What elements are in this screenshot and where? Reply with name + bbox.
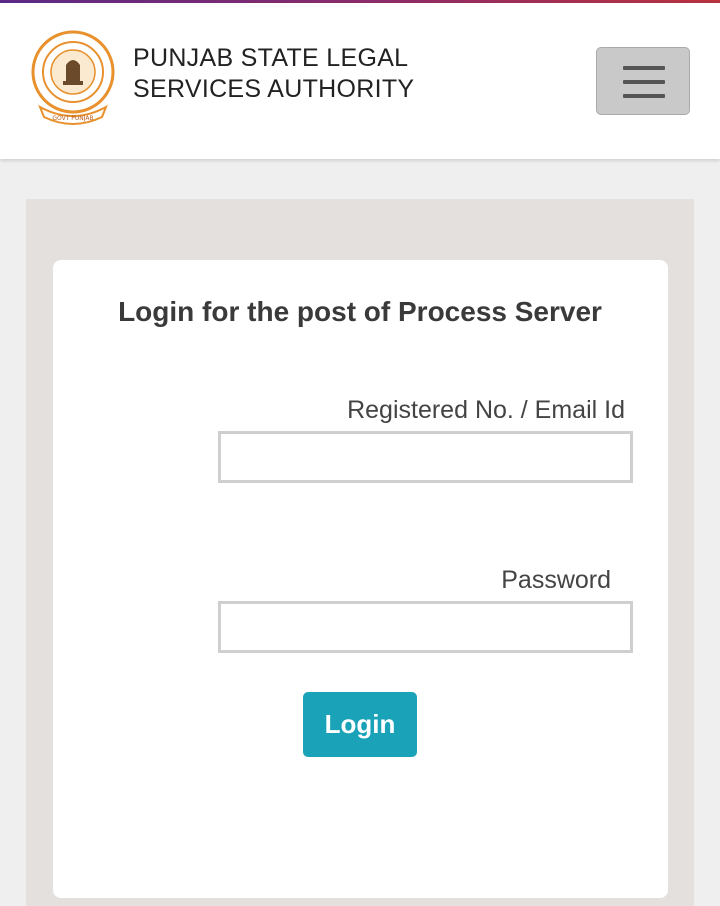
password-input[interactable] bbox=[218, 601, 633, 653]
punjab-emblem-icon[interactable]: GOVT PUNJAB bbox=[28, 25, 118, 129]
menu-toggle-button[interactable] bbox=[596, 47, 690, 115]
username-input[interactable] bbox=[218, 431, 633, 483]
username-label: Registered No. / Email Id bbox=[347, 396, 625, 424]
svg-text:GOVT PUNJAB: GOVT PUNJAB bbox=[52, 115, 93, 122]
site-header: GOVT PUNJAB PUNJAB STATE LEGAL SERVICES … bbox=[0, 3, 720, 159]
password-label: Password bbox=[501, 566, 611, 594]
organization-name-line2: SERVICES AUTHORITY bbox=[133, 75, 415, 103]
login-button[interactable]: Login bbox=[303, 692, 417, 757]
login-title: Login for the post of Process Server bbox=[118, 296, 602, 327]
organization-name: PUNJAB STATE LEGAL SERVICES AUTHORITY bbox=[133, 43, 433, 105]
organization-name-line1: PUNJAB STATE LEGAL bbox=[133, 44, 409, 72]
